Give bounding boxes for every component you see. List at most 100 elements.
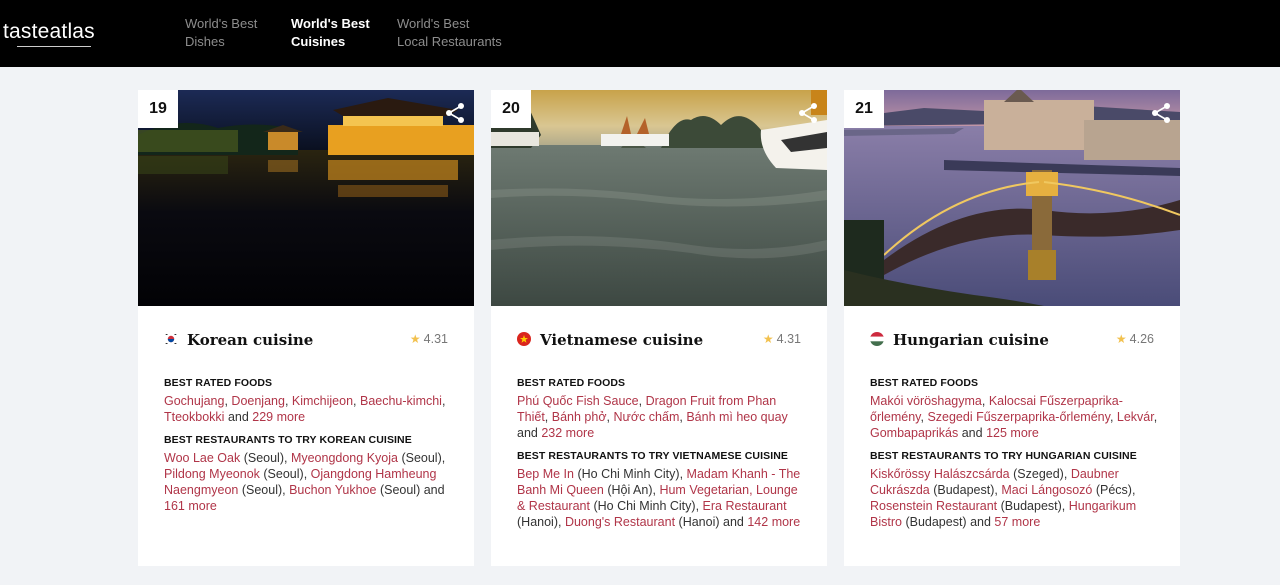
- rating: ★ 4.26: [1116, 332, 1154, 346]
- nav-worlds-best-cuisines[interactable]: World's Best Cuisines: [291, 15, 370, 51]
- food-link[interactable]: Kimchijeon: [292, 394, 353, 408]
- logo-text: tasteatlas: [3, 20, 95, 43]
- restaurant-city: (Budapest): [933, 483, 995, 497]
- nav-line: Cuisines: [291, 34, 346, 49]
- and-text: and: [423, 483, 445, 497]
- food-link[interactable]: Lekvár: [1117, 410, 1154, 424]
- more-restaurants-link[interactable]: 142 more: [747, 515, 800, 529]
- logo-underline: [17, 46, 91, 47]
- cuisine-title[interactable]: Hungarian cuisine: [893, 328, 1049, 352]
- korean-cuisine-photo[interactable]: 19: [138, 90, 474, 306]
- rating-value: 4.26: [1129, 332, 1154, 346]
- restaurant-city: (Seoul): [263, 467, 304, 481]
- restaurant-city: (Budapest): [905, 515, 967, 529]
- star-icon: ★: [1115, 332, 1127, 346]
- restaurant-city: (Seoul): [241, 483, 283, 497]
- rating: ★ 4.31: [763, 332, 801, 346]
- rating: ★ 4.31: [410, 332, 448, 346]
- cuisine-title[interactable]: Korean cuisine: [187, 328, 313, 352]
- restaurant-link[interactable]: Duong's Restaurant: [565, 515, 675, 529]
- and-text: and: [970, 515, 991, 529]
- top-navigation-bar: tasteatlas World's Best Dishes World's B…: [0, 0, 1280, 67]
- food-link[interactable]: Baechu-kimchi: [360, 394, 442, 408]
- cuisine-card-hungarian: 21 Hungarian cuisine ★ 4.26 BEST RATED FO…: [844, 90, 1180, 566]
- more-foods-link[interactable]: 125 more: [986, 426, 1039, 440]
- food-link[interactable]: Makói vöröshagyma: [870, 394, 982, 408]
- restaurant-link[interactable]: Bep Me In: [517, 467, 574, 481]
- food-link[interactable]: Gombapaprikás: [870, 426, 958, 440]
- food-link[interactable]: Bánh mì heo quay: [686, 410, 787, 424]
- best-restaurants-list: Woo Lae Oak (Seoul), Myeongdong Kyoja (S…: [164, 451, 446, 513]
- food-link[interactable]: Gochujang: [164, 394, 224, 408]
- more-restaurants-link[interactable]: 161 more: [164, 499, 217, 513]
- hungary-flag-icon: [870, 332, 884, 346]
- tasteatlas-logo[interactable]: tasteatlas: [3, 20, 95, 47]
- rating-value: 4.31: [776, 332, 801, 346]
- more-foods-link[interactable]: 232 more: [541, 426, 594, 440]
- restaurant-link[interactable]: Kiskőrössy Halászcsárda: [870, 467, 1010, 481]
- restaurant-link[interactable]: Pildong Myeonok: [164, 467, 260, 481]
- cuisine-card-korean: 19 Korean cuisine ★ 4.31 BEST RATED FOODS…: [138, 90, 474, 566]
- best-rated-foods-list: Phú Quốc Fish Sauce, Dragon Fruit from P…: [517, 394, 788, 440]
- cuisine-card-vietnamese: 20 Vietnamese cuisine ★ 4.31 BEST RATED F…: [491, 90, 827, 566]
- restaurant-city: (Hội An): [607, 483, 653, 497]
- more-restaurants-link[interactable]: 57 more: [994, 515, 1040, 529]
- restaurant-city: (Seoul): [243, 451, 284, 465]
- more-foods-link[interactable]: 229 more: [252, 410, 305, 424]
- nav-line: Local Restaurants: [397, 34, 502, 49]
- star-icon: ★: [409, 332, 421, 346]
- share-icon[interactable]: [797, 102, 819, 124]
- and-text: and: [723, 515, 744, 529]
- best-rated-foods-list: Makói vöröshagyma, Kalocsai Fűszerpaprik…: [870, 394, 1158, 440]
- restaurant-city: (Budapest): [1000, 499, 1062, 513]
- rating-value: 4.31: [423, 332, 448, 346]
- vietnamese-cuisine-photo[interactable]: 20: [491, 90, 827, 306]
- restaurant-link[interactable]: Era Restaurant: [703, 499, 787, 513]
- best-restaurants-heading: BEST RESTAURANTS TO TRY VIETNAMESE CUISI…: [517, 450, 789, 462]
- best-rated-foods-heading: BEST RATED FOODS: [870, 377, 979, 389]
- best-rated-foods-heading: BEST RATED FOODS: [517, 377, 626, 389]
- best-restaurants-list: Kiskőrössy Halászcsárda (Szeged), Daubne…: [870, 467, 1137, 529]
- food-link[interactable]: Nước chấm: [613, 410, 679, 424]
- nav-line: World's Best: [291, 16, 370, 31]
- hungarian-cuisine-photo[interactable]: 21: [844, 90, 1180, 306]
- share-icon[interactable]: [1150, 102, 1172, 124]
- food-link[interactable]: Tteokbokki: [164, 410, 224, 424]
- restaurant-city: (Pécs): [1095, 483, 1132, 497]
- nav-line: Dishes: [185, 34, 225, 49]
- card-title-row: Hungarian cuisine ★ 4.26: [870, 328, 1154, 352]
- restaurant-link[interactable]: Woo Lae Oak: [164, 451, 240, 465]
- restaurant-city: (Ho Chi Minh City): [577, 467, 680, 481]
- rank-badge: 19: [138, 90, 178, 128]
- rank-badge: 20: [491, 90, 531, 128]
- south-korea-flag-icon: [164, 332, 178, 346]
- restaurant-city: (Hanoi): [678, 515, 720, 529]
- food-link[interactable]: Bánh phở: [552, 410, 607, 424]
- restaurant-link[interactable]: Myeongdong Kyoja: [291, 451, 398, 465]
- nav-worlds-best-local-restaurants[interactable]: World's Best Local Restaurants: [397, 15, 502, 51]
- and-text: and: [961, 426, 983, 440]
- restaurant-city: (Ho Chi Minh City): [593, 499, 696, 513]
- and-text: and: [517, 426, 538, 440]
- food-link[interactable]: Szegedi Fűszerpaprika-őrlemény: [927, 410, 1110, 424]
- best-rated-foods-list: Gochujang, Doenjang, Kimchijeon, Baechu-…: [164, 394, 446, 424]
- star-icon: ★: [762, 332, 774, 346]
- restaurant-city: (Hanoi): [517, 515, 558, 529]
- nav-line: World's Best: [397, 16, 470, 31]
- restaurant-link[interactable]: Buchon Yukhoe: [289, 483, 376, 497]
- share-icon[interactable]: [444, 102, 466, 124]
- nav-line: World's Best: [185, 16, 258, 31]
- restaurant-city: (Seoul): [379, 483, 421, 497]
- cuisine-title[interactable]: Vietnamese cuisine: [540, 328, 703, 352]
- nav-worlds-best-dishes[interactable]: World's Best Dishes: [185, 15, 257, 51]
- card-title-row: Vietnamese cuisine ★ 4.31: [517, 328, 801, 352]
- rank-badge: 21: [844, 90, 884, 128]
- restaurant-city: (Szeged): [1013, 467, 1064, 481]
- food-link[interactable]: Phú Quốc Fish Sauce: [517, 394, 639, 408]
- restaurant-link[interactable]: Maci Lángosozó: [1001, 483, 1092, 497]
- restaurant-city: (Seoul): [401, 451, 442, 465]
- food-link[interactable]: Doenjang: [231, 394, 285, 408]
- card-title-row: Korean cuisine ★ 4.31: [164, 328, 448, 352]
- restaurant-link[interactable]: Rosenstein Restaurant: [870, 499, 997, 513]
- best-restaurants-heading: BEST RESTAURANTS TO TRY HUNGARIAN CUISIN…: [870, 450, 1137, 462]
